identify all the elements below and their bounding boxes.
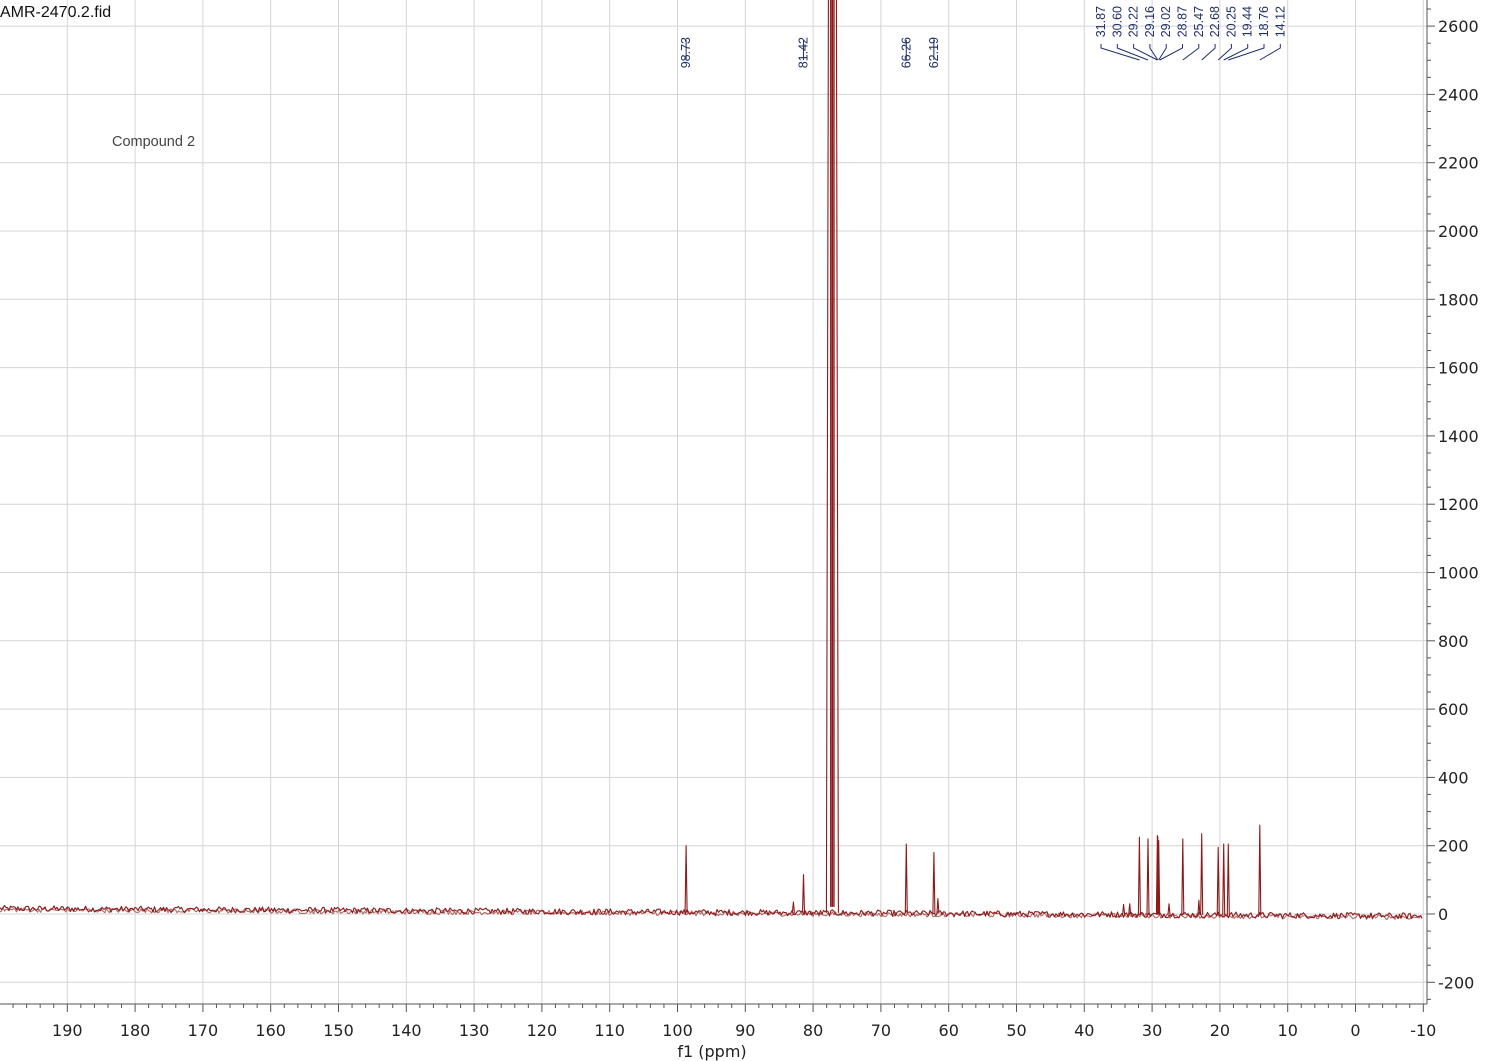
y-tick-label: 1200	[1438, 495, 1479, 514]
y-tick-label: 1800	[1438, 290, 1479, 309]
peak-group-label: 29.16	[1143, 6, 1157, 37]
file-title: AMR-2470.2.fid	[0, 4, 111, 21]
peak-group-label: 30.60	[1110, 6, 1124, 37]
y-tick-label: 200	[1438, 837, 1469, 856]
x-tick-label: 80	[803, 1021, 823, 1040]
chart-background	[0, 0, 1500, 1061]
x-tick-label: 0	[1350, 1021, 1360, 1040]
peak-label: 66.26	[899, 37, 913, 68]
x-tick-label: 120	[527, 1021, 558, 1040]
y-tick-label: 1000	[1438, 564, 1479, 583]
peak-group-label: 29.02	[1159, 6, 1173, 37]
x-tick-label: 30	[1142, 1021, 1162, 1040]
x-tick-label: 150	[323, 1021, 354, 1040]
x-tick-label: 110	[594, 1021, 625, 1040]
peak-group-label: 28.87	[1176, 6, 1190, 37]
x-axis-title: f1 (ppm)	[677, 1042, 746, 1061]
compound-annotation: Compound 2	[112, 134, 195, 150]
x-tick-label: 180	[120, 1021, 151, 1040]
peak-group-label: 18.76	[1257, 6, 1271, 37]
peak-group-label: 25.47	[1192, 6, 1206, 37]
peak-group-label: 22.68	[1208, 6, 1222, 37]
peak-group-label: 14.12	[1273, 6, 1287, 37]
peak-group-label: 31.87	[1094, 6, 1108, 37]
x-tick-label: -10	[1410, 1021, 1436, 1040]
y-tick-label: 800	[1438, 632, 1469, 651]
x-tick-label: 100	[662, 1021, 693, 1040]
peak-label: 98.73	[679, 37, 693, 68]
y-tick-label: 2400	[1438, 85, 1479, 104]
x-tick-label: 40	[1074, 1021, 1094, 1040]
x-tick-label: 20	[1210, 1021, 1230, 1040]
nmr-spectrum-chart: 190 180 170 160 150 140 130 120 110 100 90 80 70 60 50…	[0, 0, 1500, 1061]
peak-group-label: 19.44	[1241, 6, 1255, 37]
peak-group-label: 20.25	[1224, 6, 1238, 37]
y-tick-label: 2200	[1438, 154, 1479, 173]
y-tick-label: 2000	[1438, 222, 1479, 241]
y-tick-label: 1400	[1438, 427, 1479, 446]
x-tick-label: 190	[52, 1021, 83, 1040]
y-tick-label: 600	[1438, 700, 1469, 719]
x-tick-label: 170	[188, 1021, 219, 1040]
x-tick-label: 50	[1006, 1021, 1026, 1040]
x-tick-label: 10	[1278, 1021, 1298, 1040]
y-tick-label: -200	[1438, 973, 1474, 992]
y-tick-label: 2600	[1438, 17, 1479, 36]
x-tick-label: 60	[939, 1021, 959, 1040]
peak-label: 62.19	[927, 37, 941, 68]
y-tick-label: 0	[1438, 905, 1448, 924]
y-tick-label: 400	[1438, 768, 1469, 787]
x-tick-label: 130	[459, 1021, 490, 1040]
y-tick-label: 1600	[1438, 359, 1479, 378]
x-tick-label: 70	[871, 1021, 891, 1040]
x-tick-label: 90	[735, 1021, 755, 1040]
peak-label: 81.42	[796, 37, 810, 68]
x-tick-label: 140	[391, 1021, 422, 1040]
x-tick-label: 160	[255, 1021, 286, 1040]
peak-group-label: 29.22	[1127, 6, 1141, 37]
